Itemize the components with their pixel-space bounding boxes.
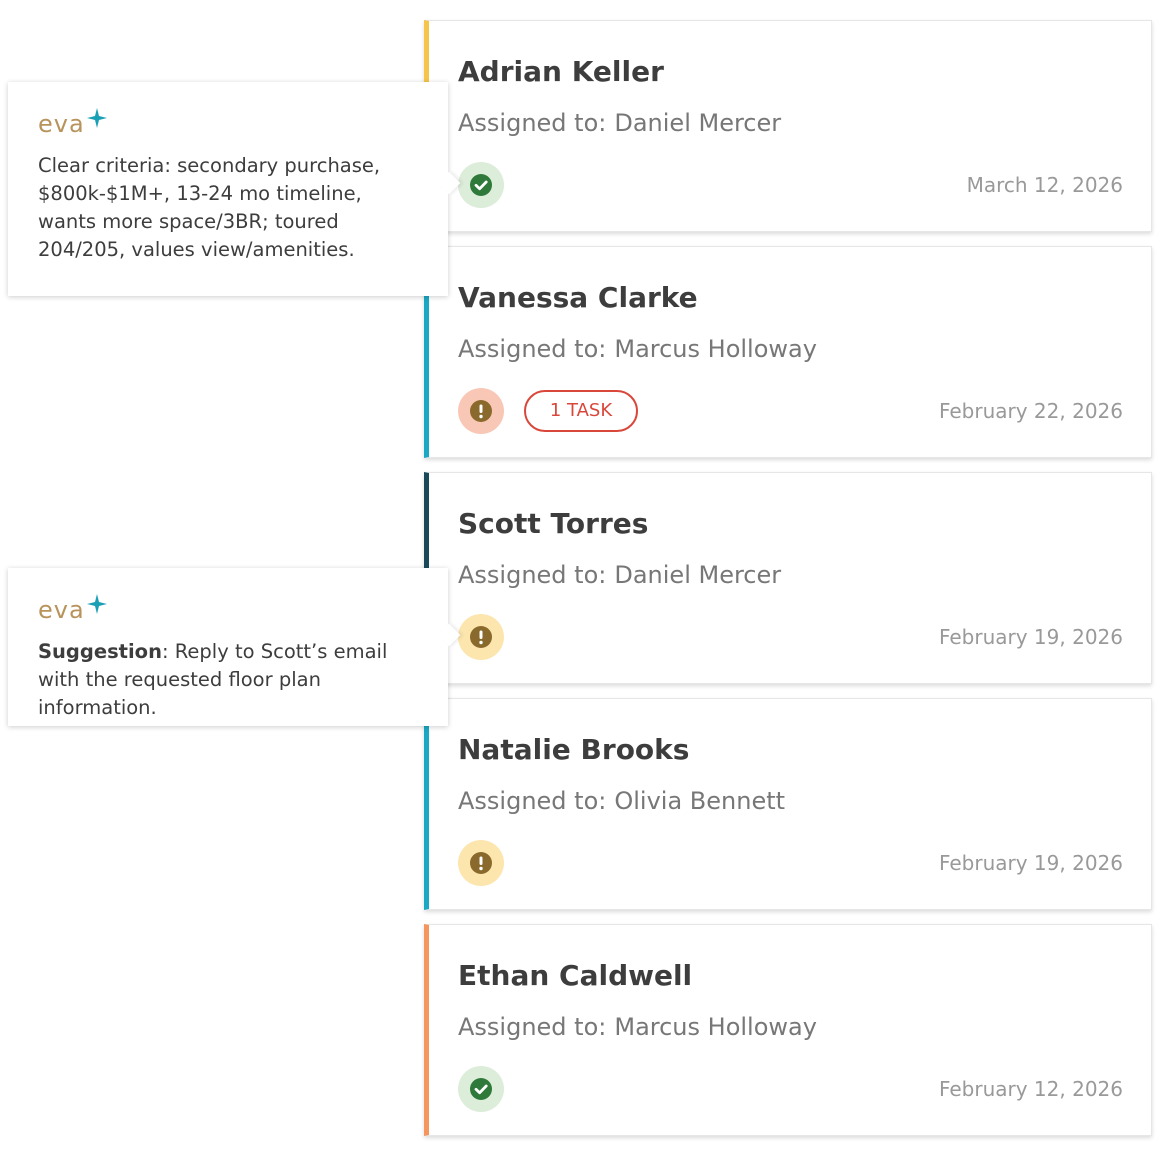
lead-name: Natalie Brooks bbox=[458, 733, 690, 766]
lead-name: Scott Torres bbox=[458, 507, 649, 540]
lead-card-ethan-caldwell[interactable]: Ethan Caldwell Assigned to: Marcus Hollow… bbox=[424, 924, 1152, 1136]
check-circle-icon[interactable] bbox=[458, 162, 504, 208]
suggestion-text: Suggestion: Reply to Scott’s email with … bbox=[38, 638, 418, 722]
lead-name: Ethan Caldwell bbox=[458, 959, 693, 992]
assigned-to-row: Assigned to: Daniel Mercer bbox=[458, 109, 781, 137]
eva-brand: eva bbox=[38, 108, 418, 142]
assignee-name: Daniel Mercer bbox=[614, 109, 782, 137]
lead-card-natalie-brooks[interactable]: Natalie Brooks Assigned to: Olivia Bennet… bbox=[424, 698, 1152, 910]
eva-suggestion-tooltip: eva Suggestion: Reply to Scott’s email w… bbox=[8, 568, 461, 726]
assigned-to-row: Assigned to: Marcus Holloway bbox=[458, 1013, 817, 1041]
check-circle-icon[interactable] bbox=[458, 1066, 504, 1112]
assignee-name: Marcus Holloway bbox=[614, 335, 817, 363]
lead-date: February 19, 2026 bbox=[938, 851, 1123, 875]
suggestion-label: Suggestion bbox=[38, 640, 162, 663]
lead-card-adrian-keller[interactable]: Adrian Keller Assigned to: Daniel Mercer … bbox=[424, 20, 1152, 232]
exclamation-circle-icon[interactable] bbox=[458, 840, 504, 886]
sparkle-icon bbox=[86, 594, 107, 614]
assigned-label: Assigned to: bbox=[458, 335, 607, 363]
exclamation-circle-icon[interactable] bbox=[458, 388, 504, 434]
assigned-label: Assigned to: bbox=[458, 109, 607, 137]
assigned-label: Assigned to: bbox=[458, 787, 607, 815]
assigned-label: Assigned to: bbox=[458, 1013, 607, 1041]
eva-logo-text: eva bbox=[38, 596, 85, 624]
lead-card-scott-torres[interactable]: Scott Torres Assigned to: Daniel Mercer F… bbox=[424, 472, 1152, 684]
lead-date: February 22, 2026 bbox=[938, 399, 1123, 423]
lead-card-vanessa-clarke[interactable]: Vanessa Clarke Assigned to: Marcus Hollow… bbox=[424, 246, 1152, 458]
insight-text: Clear criteria: secondary purchase, $800… bbox=[38, 154, 381, 261]
assigned-to-row: Assigned to: Olivia Bennett bbox=[458, 787, 785, 815]
assignee-name: Olivia Bennett bbox=[614, 787, 786, 815]
assigned-to-row: Assigned to: Daniel Mercer bbox=[458, 561, 781, 589]
lead-date: March 12, 2026 bbox=[966, 173, 1123, 197]
lead-date: February 12, 2026 bbox=[938, 1077, 1123, 1101]
sparkle-icon bbox=[86, 108, 107, 128]
eva-brand: eva bbox=[38, 594, 418, 628]
assignee-name: Daniel Mercer bbox=[614, 561, 782, 589]
lead-name: Vanessa Clarke bbox=[458, 281, 698, 314]
lead-date: February 19, 2026 bbox=[938, 625, 1123, 649]
eva-logo-text: eva bbox=[38, 110, 85, 138]
lead-name: Adrian Keller bbox=[458, 55, 664, 88]
assignee-name: Marcus Holloway bbox=[614, 1013, 817, 1041]
eva-insight-tooltip: eva Clear criteria: secondary purchase, … bbox=[8, 82, 461, 296]
task-count-badge[interactable]: 1 TASK bbox=[524, 390, 638, 432]
assigned-label: Assigned to: bbox=[458, 561, 607, 589]
exclamation-circle-icon[interactable] bbox=[458, 614, 504, 660]
assigned-to-row: Assigned to: Marcus Holloway bbox=[458, 335, 817, 363]
